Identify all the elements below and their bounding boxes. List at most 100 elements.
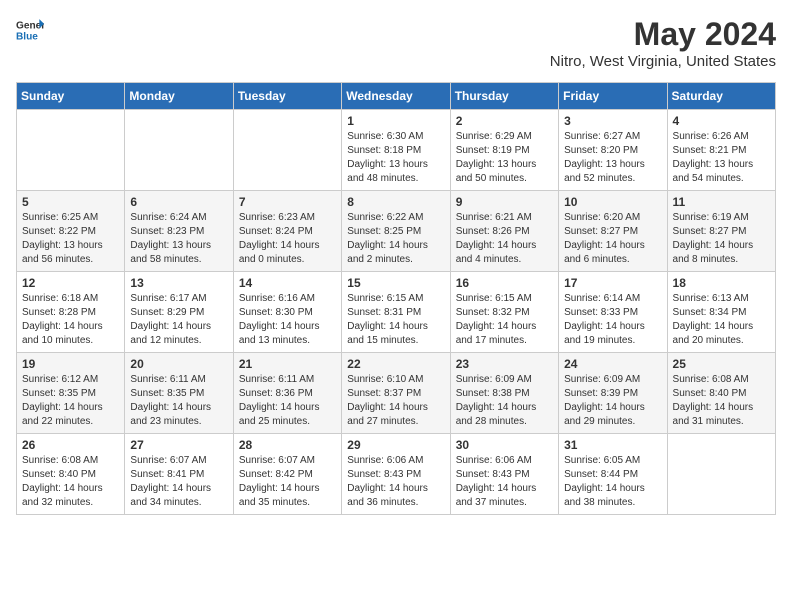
- calendar-cell: 1 Sunrise: 6:30 AMSunset: 8:18 PMDaylight…: [342, 110, 450, 191]
- calendar-cell: 6 Sunrise: 6:24 AMSunset: 8:23 PMDaylight…: [125, 191, 233, 272]
- weekday-header-saturday: Saturday: [667, 83, 775, 110]
- day-number: 27: [130, 438, 227, 452]
- day-number: 2: [456, 114, 553, 128]
- day-number: 15: [347, 276, 444, 290]
- calendar-cell: 2 Sunrise: 6:29 AMSunset: 8:19 PMDaylight…: [450, 110, 558, 191]
- generalblue-logo-icon: General Blue: [16, 16, 44, 44]
- day-info: Sunrise: 6:05 AMSunset: 8:44 PMDaylight:…: [564, 454, 661, 510]
- calendar-week-row: 12Sunrise: 6:18 AMSunset: 8:28 PMDayligh…: [17, 272, 776, 353]
- day-info: Sunrise: 6:30 AMSunset: 8:18 PMDaylight:…: [347, 130, 444, 186]
- calendar-cell: [667, 434, 775, 515]
- weekday-header-thursday: Thursday: [450, 83, 558, 110]
- logo: General Blue: [16, 16, 44, 44]
- calendar-cell: 29Sunrise: 6:06 AMSunset: 8:43 PMDayligh…: [342, 434, 450, 515]
- calendar-cell: 25Sunrise: 6:08 AMSunset: 8:40 PMDayligh…: [667, 353, 775, 434]
- calendar-week-row: 26Sunrise: 6:08 AMSunset: 8:40 PMDayligh…: [17, 434, 776, 515]
- calendar-cell: 31 Sunrise: 6:05 AMSunset: 8:44 PMDayligh…: [559, 434, 667, 515]
- day-info: Sunrise: 6:16 AMSunset: 8:30 PMDaylight:…: [239, 292, 336, 348]
- day-number: 9: [456, 195, 553, 209]
- day-info: Sunrise: 6:09 AMSunset: 8:39 PMDaylight:…: [564, 373, 661, 429]
- location-subtitle: Nitro, West Virginia, United States: [550, 53, 776, 70]
- day-info: Sunrise: 6:19 AMSunset: 8:27 PMDaylight:…: [673, 211, 770, 267]
- day-info: Sunrise: 6:11 AMSunset: 8:35 PMDaylight:…: [130, 373, 227, 429]
- day-number: 17: [564, 276, 661, 290]
- day-number: 23: [456, 357, 553, 371]
- day-number: 4: [673, 114, 770, 128]
- day-number: 29: [347, 438, 444, 452]
- calendar-cell: 15Sunrise: 6:15 AMSunset: 8:31 PMDayligh…: [342, 272, 450, 353]
- day-number: 26: [22, 438, 119, 452]
- calendar-cell: 5Sunrise: 6:25 AMSunset: 8:22 PMDaylight…: [17, 191, 125, 272]
- day-info: Sunrise: 6:21 AMSunset: 8:26 PMDaylight:…: [456, 211, 553, 267]
- calendar-cell: [125, 110, 233, 191]
- calendar-cell: 18Sunrise: 6:13 AMSunset: 8:34 PMDayligh…: [667, 272, 775, 353]
- calendar-cell: 10 Sunrise: 6:20 AMSunset: 8:27 PMDayligh…: [559, 191, 667, 272]
- weekday-header-monday: Monday: [125, 83, 233, 110]
- day-number: 22: [347, 357, 444, 371]
- day-number: 30: [456, 438, 553, 452]
- title-block: May 2024 Nitro, West Virginia, United St…: [550, 16, 776, 70]
- month-year-title: May 2024: [550, 16, 776, 53]
- day-number: 19: [22, 357, 119, 371]
- day-number: 20: [130, 357, 227, 371]
- calendar-cell: 4 Sunrise: 6:26 AMSunset: 8:21 PMDaylight…: [667, 110, 775, 191]
- calendar-cell: 28Sunrise: 6:07 AMSunset: 8:42 PMDayligh…: [233, 434, 341, 515]
- day-number: 12: [22, 276, 119, 290]
- day-info: Sunrise: 6:09 AMSunset: 8:38 PMDaylight:…: [456, 373, 553, 429]
- weekday-header-tuesday: Tuesday: [233, 83, 341, 110]
- weekday-header-friday: Friday: [559, 83, 667, 110]
- calendar-cell: 21 Sunrise: 6:11 AMSunset: 8:36 PMDayligh…: [233, 353, 341, 434]
- day-info: Sunrise: 6:20 AMSunset: 8:27 PMDaylight:…: [564, 211, 661, 267]
- page-header: General Blue May 2024 Nitro, West Virgin…: [16, 16, 776, 70]
- day-info: Sunrise: 6:07 AMSunset: 8:41 PMDaylight:…: [130, 454, 227, 510]
- calendar-cell: 27 Sunrise: 6:07 AMSunset: 8:41 PMDayligh…: [125, 434, 233, 515]
- day-number: 3: [564, 114, 661, 128]
- day-info: Sunrise: 6:17 AMSunset: 8:29 PMDaylight:…: [130, 292, 227, 348]
- day-info: Sunrise: 6:27 AMSunset: 8:20 PMDaylight:…: [564, 130, 661, 186]
- day-info: Sunrise: 6:13 AMSunset: 8:34 PMDaylight:…: [673, 292, 770, 348]
- day-info: Sunrise: 6:06 AMSunset: 8:43 PMDaylight:…: [456, 454, 553, 510]
- day-number: 21: [239, 357, 336, 371]
- calendar-week-row: 5Sunrise: 6:25 AMSunset: 8:22 PMDaylight…: [17, 191, 776, 272]
- day-info: Sunrise: 6:29 AMSunset: 8:19 PMDaylight:…: [456, 130, 553, 186]
- day-info: Sunrise: 6:25 AMSunset: 8:22 PMDaylight:…: [22, 211, 119, 267]
- weekday-header-wednesday: Wednesday: [342, 83, 450, 110]
- weekday-header-row: SundayMondayTuesdayWednesdayThursdayFrid…: [17, 83, 776, 110]
- calendar-cell: 23 Sunrise: 6:09 AMSunset: 8:38 PMDayligh…: [450, 353, 558, 434]
- calendar-cell: 11 Sunrise: 6:19 AMSunset: 8:27 PMDayligh…: [667, 191, 775, 272]
- calendar-cell: 16Sunrise: 6:15 AMSunset: 8:32 PMDayligh…: [450, 272, 558, 353]
- day-number: 7: [239, 195, 336, 209]
- calendar-cell: 20 Sunrise: 6:11 AMSunset: 8:35 PMDayligh…: [125, 353, 233, 434]
- day-number: 10: [564, 195, 661, 209]
- day-info: Sunrise: 6:11 AMSunset: 8:36 PMDaylight:…: [239, 373, 336, 429]
- svg-text:Blue: Blue: [16, 31, 38, 42]
- day-info: Sunrise: 6:24 AMSunset: 8:23 PMDaylight:…: [130, 211, 227, 267]
- calendar-cell: 17 Sunrise: 6:14 AMSunset: 8:33 PMDayligh…: [559, 272, 667, 353]
- calendar-cell: 14 Sunrise: 6:16 AMSunset: 8:30 PMDayligh…: [233, 272, 341, 353]
- calendar-cell: 13 Sunrise: 6:17 AMSunset: 8:29 PMDayligh…: [125, 272, 233, 353]
- day-info: Sunrise: 6:07 AMSunset: 8:42 PMDaylight:…: [239, 454, 336, 510]
- day-number: 14: [239, 276, 336, 290]
- calendar-cell: 24 Sunrise: 6:09 AMSunset: 8:39 PMDayligh…: [559, 353, 667, 434]
- weekday-header-sunday: Sunday: [17, 83, 125, 110]
- day-number: 31: [564, 438, 661, 452]
- day-number: 16: [456, 276, 553, 290]
- calendar-cell: 9 Sunrise: 6:21 AMSunset: 8:26 PMDaylight…: [450, 191, 558, 272]
- day-number: 8: [347, 195, 444, 209]
- calendar-week-row: 1 Sunrise: 6:30 AMSunset: 8:18 PMDaylight…: [17, 110, 776, 191]
- day-info: Sunrise: 6:10 AMSunset: 8:37 PMDaylight:…: [347, 373, 444, 429]
- day-number: 13: [130, 276, 227, 290]
- day-info: Sunrise: 6:14 AMSunset: 8:33 PMDaylight:…: [564, 292, 661, 348]
- calendar-cell: 3 Sunrise: 6:27 AMSunset: 8:20 PMDaylight…: [559, 110, 667, 191]
- calendar-cell: 8Sunrise: 6:22 AMSunset: 8:25 PMDaylight…: [342, 191, 450, 272]
- day-number: 6: [130, 195, 227, 209]
- day-number: 1: [347, 114, 444, 128]
- calendar-cell: 26Sunrise: 6:08 AMSunset: 8:40 PMDayligh…: [17, 434, 125, 515]
- calendar-cell: [17, 110, 125, 191]
- day-info: Sunrise: 6:12 AMSunset: 8:35 PMDaylight:…: [22, 373, 119, 429]
- calendar-cell: 7Sunrise: 6:23 AMSunset: 8:24 PMDaylight…: [233, 191, 341, 272]
- day-number: 24: [564, 357, 661, 371]
- day-info: Sunrise: 6:26 AMSunset: 8:21 PMDaylight:…: [673, 130, 770, 186]
- calendar-table: SundayMondayTuesdayWednesdayThursdayFrid…: [16, 82, 776, 515]
- day-number: 11: [673, 195, 770, 209]
